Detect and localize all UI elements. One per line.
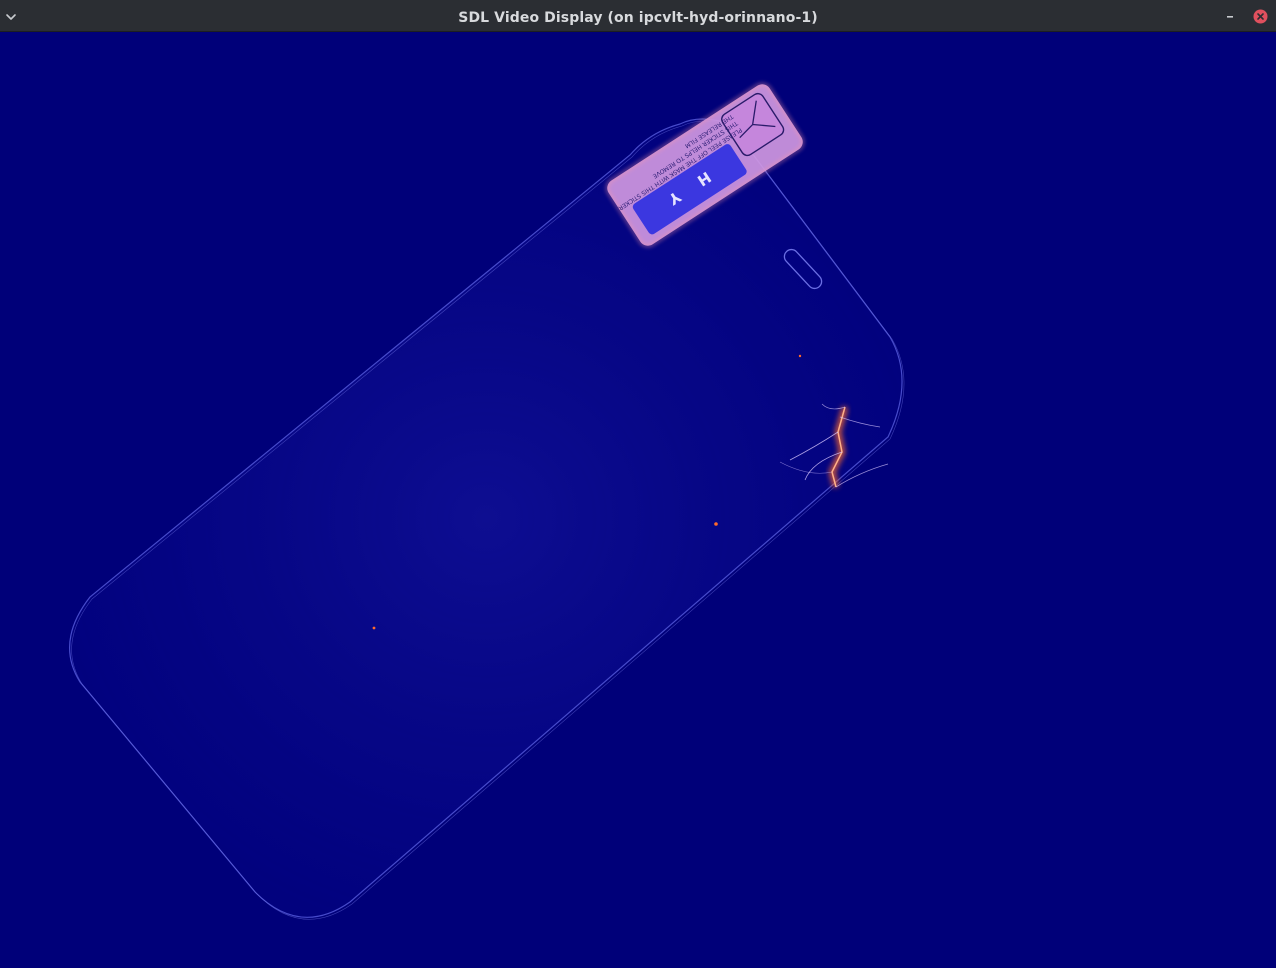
minimize-button[interactable] — [1222, 8, 1238, 24]
defect-speck — [372, 626, 376, 630]
defect-speck — [798, 354, 802, 358]
title-bar[interactable]: SDL Video Display (on ipcvlt-hyd-orinnan… — [0, 0, 1276, 32]
defect-speck — [714, 522, 718, 526]
close-icon — [1253, 9, 1268, 24]
window-title: SDL Video Display (on ipcvlt-hyd-orinnan… — [458, 10, 818, 26]
sdl-video-window: SDL Video Display (on ipcvlt-hyd-orinnan… — [0, 0, 1276, 968]
close-button[interactable] — [1253, 9, 1268, 24]
video-frame: Y H PLEASE PEEL OFF THE MASK WITH THIS S… — [69, 83, 905, 920]
minimize-icon — [1227, 16, 1233, 18]
video-display-area: Y H PLEASE PEEL OFF THE MASK WITH THIS S… — [0, 32, 1276, 968]
screen-protector-glass — [69, 118, 905, 920]
